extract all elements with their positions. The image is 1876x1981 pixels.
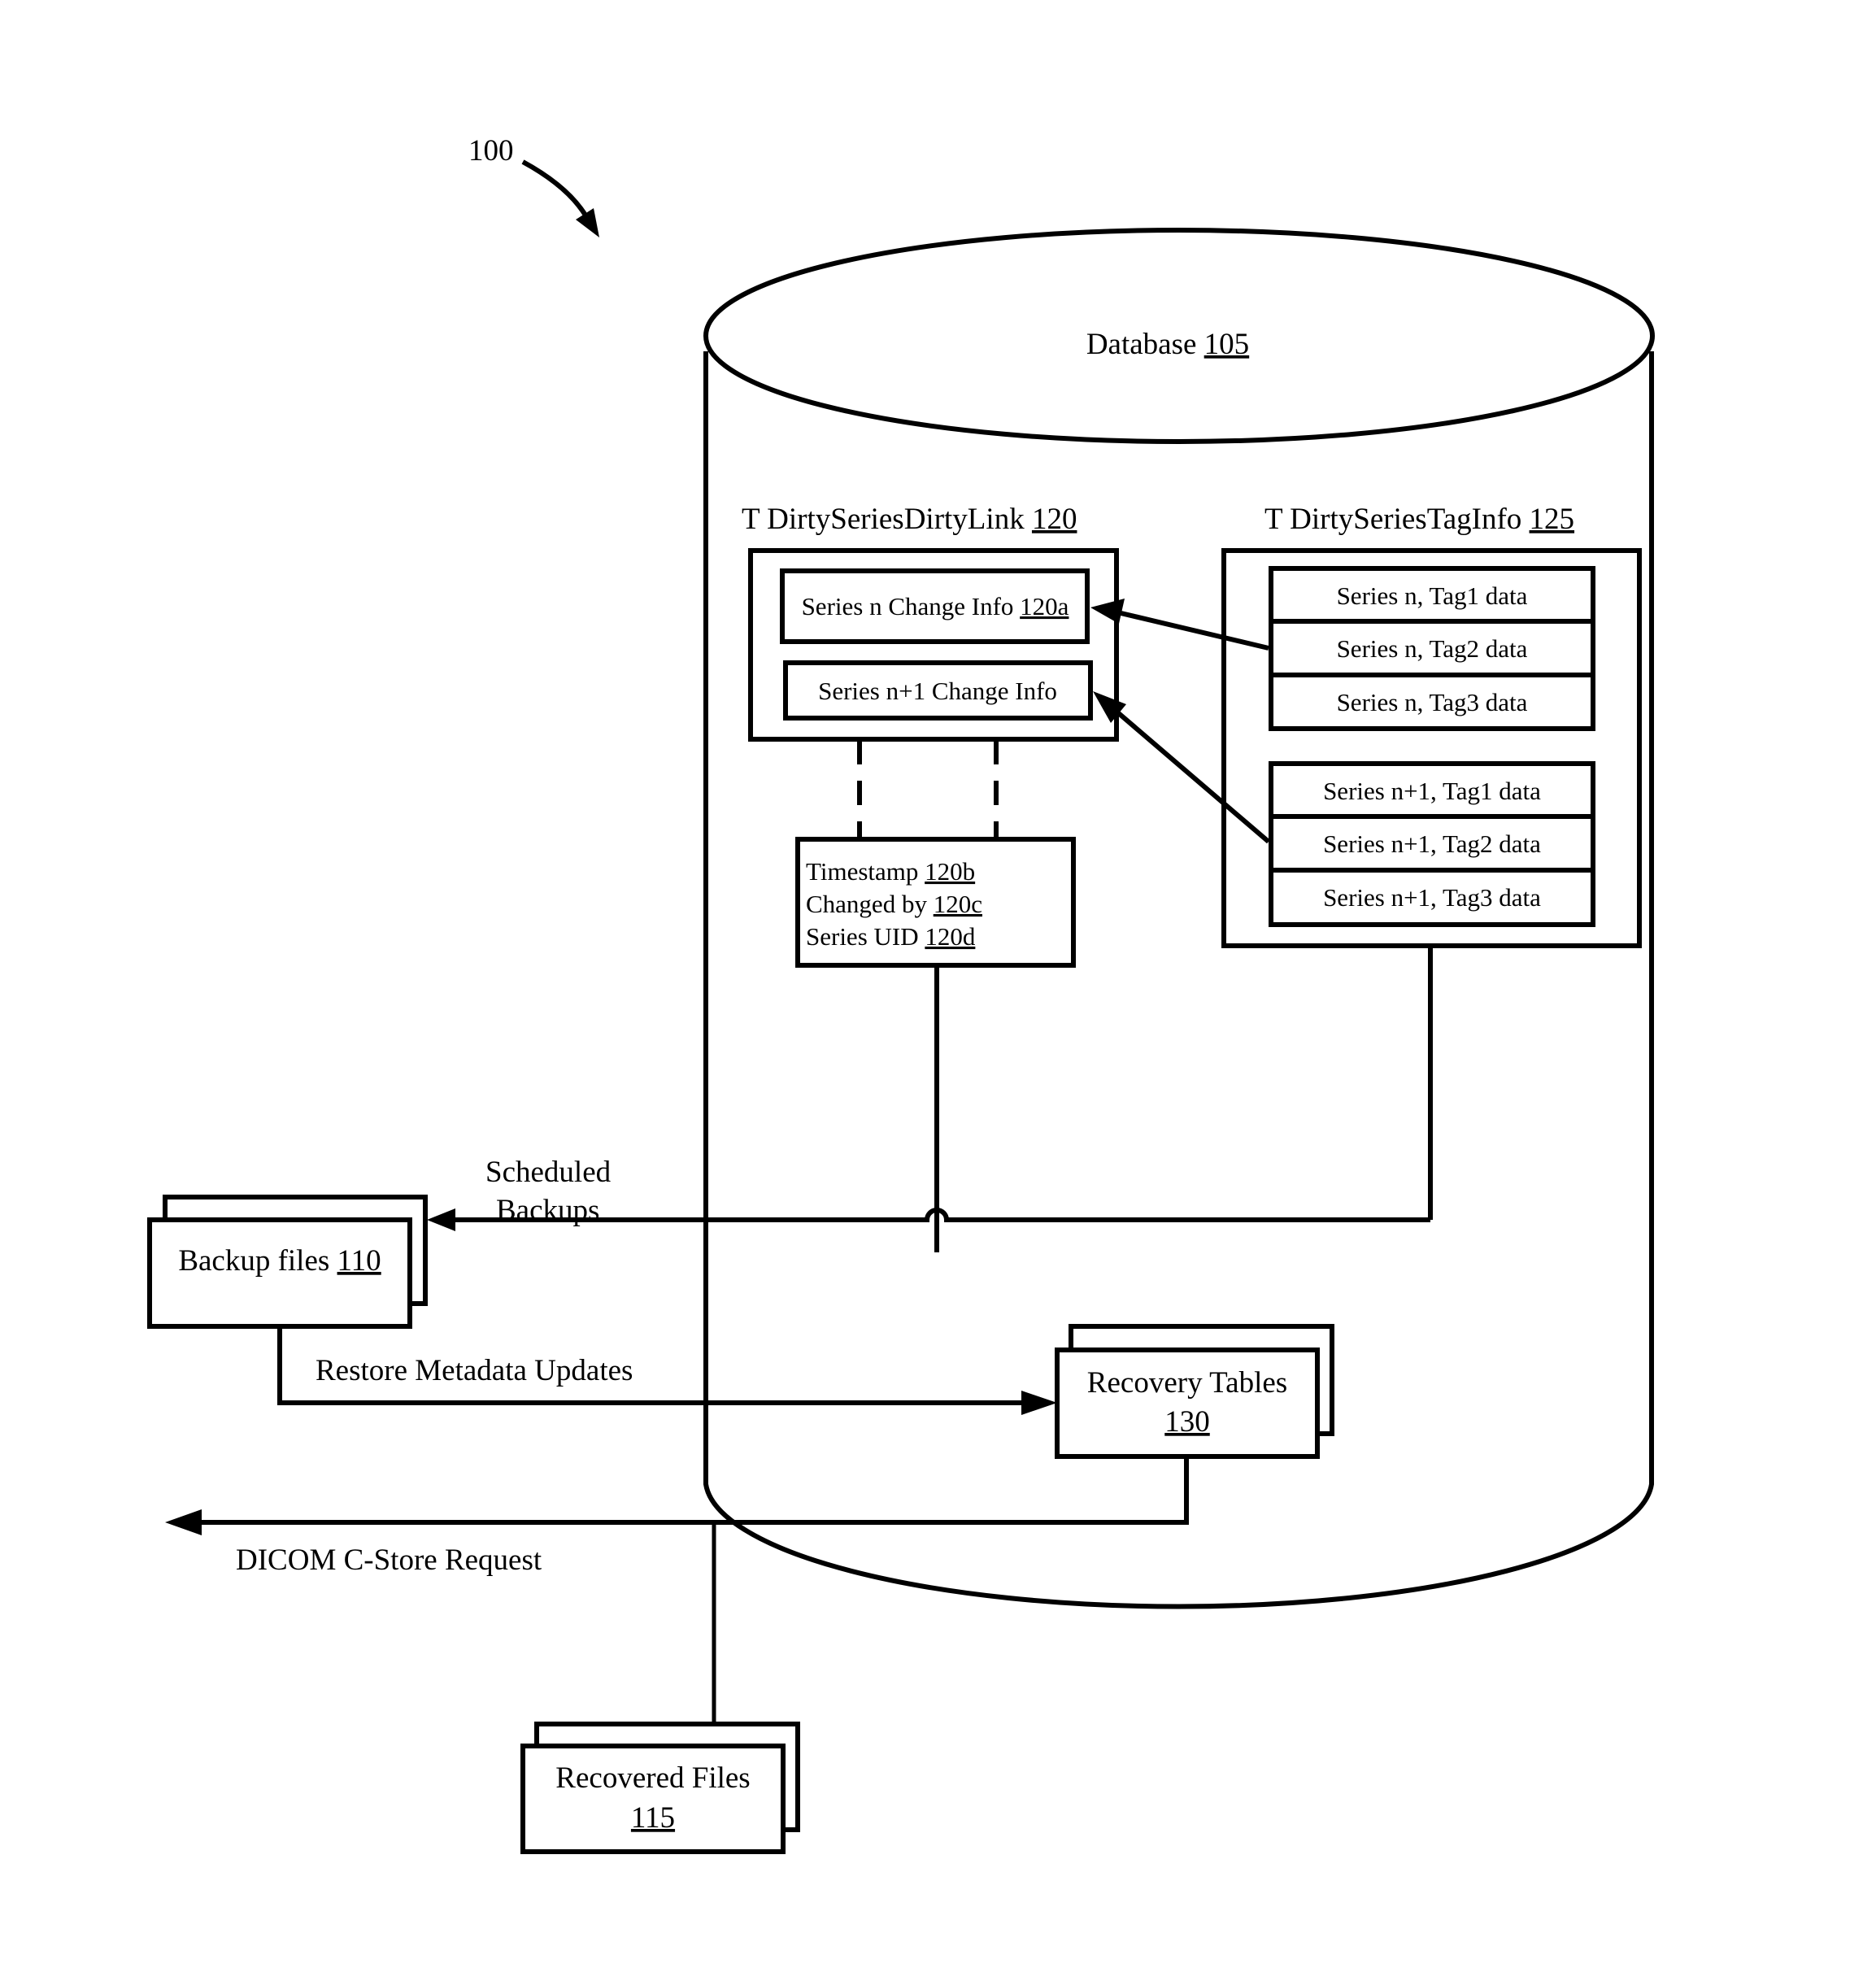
recovered-files-label: Recovered Files (555, 1761, 750, 1795)
tag-row: Series n+1, Tag3 data (1323, 883, 1541, 912)
recovery-tables-stack: Recovery Tables 130 (1055, 1324, 1334, 1459)
backup-files-stack: Backup files 110 (147, 1195, 428, 1329)
dicom-cstore-line (187, 1456, 1189, 1525)
recovered-files-stack: Recovered Files 115 (520, 1722, 800, 1854)
backup-files-label: Backup files 110 (178, 1244, 381, 1278)
figure-ref-label: 100 (468, 134, 514, 168)
series-uid-field: Series UID 120d (806, 922, 976, 951)
recovery-tables-label: Recovery Tables (1087, 1366, 1287, 1400)
tag-info-table-title: T DirtySeriesTagInfo 125 (1264, 503, 1574, 536)
tag-row: Series n+1, Tag2 data (1323, 829, 1541, 858)
series-n1-tag-group: Series n+1, Tag1 data Series n+1, Tag2 d… (1269, 761, 1595, 927)
recovered-files-ref: 115 (631, 1801, 675, 1835)
changed-by-field: Changed by 120c (806, 890, 982, 918)
figure-ref-arrowhead-icon (576, 208, 599, 237)
series-n1-change-info-label: Series n+1 Change Info (818, 677, 1057, 705)
timestamp-field: Timestamp 120b (806, 857, 975, 886)
restore-metadata-label: Restore Metadata Updates (316, 1354, 633, 1387)
scheduled-backups-label-2: Backups (496, 1194, 599, 1227)
scheduled-backups-label-1: Scheduled (485, 1156, 612, 1189)
tag-row: Series n+1, Tag1 data (1323, 777, 1541, 805)
recovery-tables-ref: 130 (1164, 1405, 1210, 1439)
dicom-arrowhead-icon (165, 1509, 202, 1535)
tag-row: Series n, Tag3 data (1337, 688, 1528, 716)
scheduled-backups-arrowhead-icon (427, 1208, 455, 1231)
series-n-change-info-label: Series n Change Info 120a (802, 592, 1069, 620)
database-label: Database 105 (1086, 328, 1249, 361)
figure-ref-arrow-line (521, 159, 590, 220)
dicom-cstore-label: DICOM C-Store Request (236, 1543, 542, 1577)
dirty-link-table-title: T DirtySeriesDirtyLink 120 (742, 503, 1077, 536)
tag-row: Series n, Tag1 data (1337, 581, 1528, 610)
diagram-canvas: 100 Database 105 T DirtySeriesDirtyLink … (147, 134, 1655, 1854)
restore-arrowhead-icon (1021, 1391, 1057, 1415)
tag-row: Series n, Tag2 data (1337, 634, 1528, 663)
series-n-tag-group: Series n, Tag1 data Series n, Tag2 data … (1269, 566, 1595, 731)
